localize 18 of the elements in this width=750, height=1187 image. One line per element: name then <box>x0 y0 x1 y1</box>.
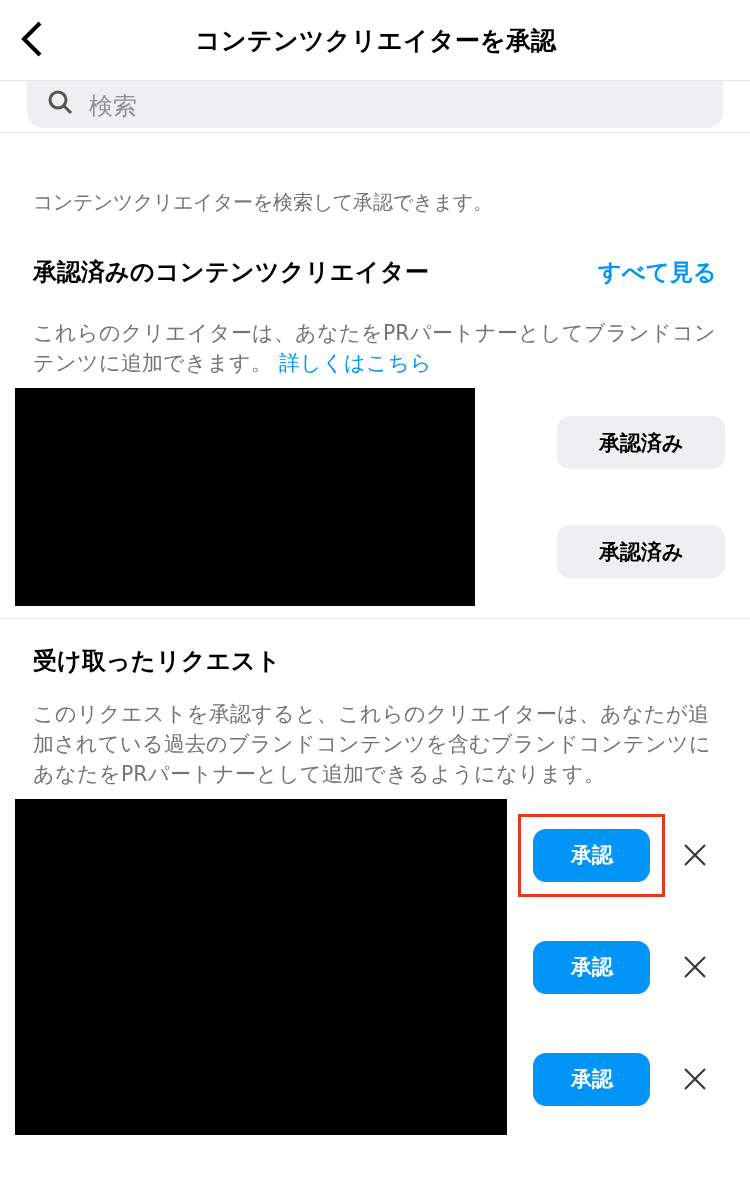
section-description: このリクエストを承認すると、これらのクリエイターは、あなたが追加されている過去のブランドコンテンツを含むブランドコンテンツにあなたをPRパートナーとして追加できるようになります。 <box>33 701 712 788</box>
approved-button[interactable]: 承認済み <box>557 525 725 578</box>
see-all-link[interactable]: すべて見る <box>598 256 717 288</box>
approve-button[interactable]: 承認 <box>533 828 650 882</box>
learn-more-link[interactable]: 詳しくはこちら <box>278 351 432 375</box>
intro-text: コンテンツクリエイターを検索して承認できます。 <box>33 189 494 216</box>
section-heading: 受け取ったリクエスト <box>33 646 282 677</box>
approve-button[interactable]: 承認 <box>533 940 650 994</box>
approve-button[interactable]: 承認 <box>533 1052 650 1106</box>
search-icon <box>47 89 73 115</box>
section-description: これらのクリエイターは、あなたをPRパートナーとしてブランドコンテンツに追加できます。 詳しくはこちら <box>33 320 717 377</box>
close-icon[interactable] <box>683 955 707 979</box>
close-icon[interactable] <box>683 1067 707 1091</box>
approved-button[interactable]: 承認済み <box>557 416 725 469</box>
page-title: コンテンツクリエイターを承認 <box>194 24 556 57</box>
close-icon[interactable] <box>683 843 707 867</box>
search-field[interactable]: 検索 <box>27 81 723 128</box>
section-heading: 承認済みのコンテンツクリエイター <box>33 257 429 288</box>
